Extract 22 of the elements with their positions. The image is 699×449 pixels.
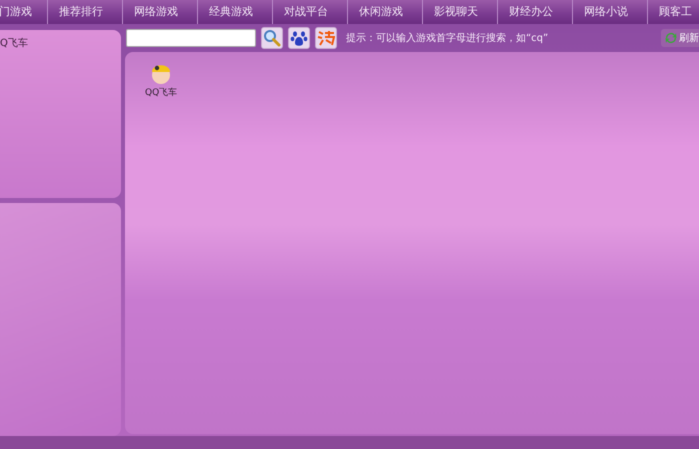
nav-tab[interactable]: 网络游戏 [122, 0, 197, 24]
refresh-button[interactable]: 刷新 [661, 29, 699, 47]
nav-tab[interactable]: 财经办公 [497, 0, 572, 24]
search-button[interactable] [261, 27, 283, 49]
nav-tab[interactable]: 休闲游戏 [347, 0, 422, 24]
nav-tab[interactable]: 经典游戏 [197, 0, 272, 24]
shop-button[interactable] [315, 27, 337, 49]
sidebar-item[interactable]: Q飞车 [0, 30, 121, 50]
search-icon [263, 29, 281, 47]
game-shortcut[interactable]: QQ飞车 [145, 60, 178, 99]
search-hint: 提示：可以输入游戏首字母进行搜索，如“cq” [346, 32, 548, 45]
nav-tab[interactable]: 对战平台 [272, 0, 347, 24]
nav-tab[interactable]: 影视聊天 [422, 0, 497, 24]
nav-tab[interactable]: 网络小说 [572, 0, 647, 24]
search-field[interactable] [126, 29, 256, 47]
shop-icon [317, 29, 335, 47]
refresh-icon [664, 31, 678, 45]
nav-tab[interactable]: 推荐排行 [47, 0, 122, 24]
nav-tab[interactable]: 顾客工 [647, 0, 699, 24]
nav-tab[interactable]: 门游戏 [0, 0, 47, 24]
paw-icon [290, 29, 308, 47]
paw-button[interactable] [288, 27, 310, 49]
